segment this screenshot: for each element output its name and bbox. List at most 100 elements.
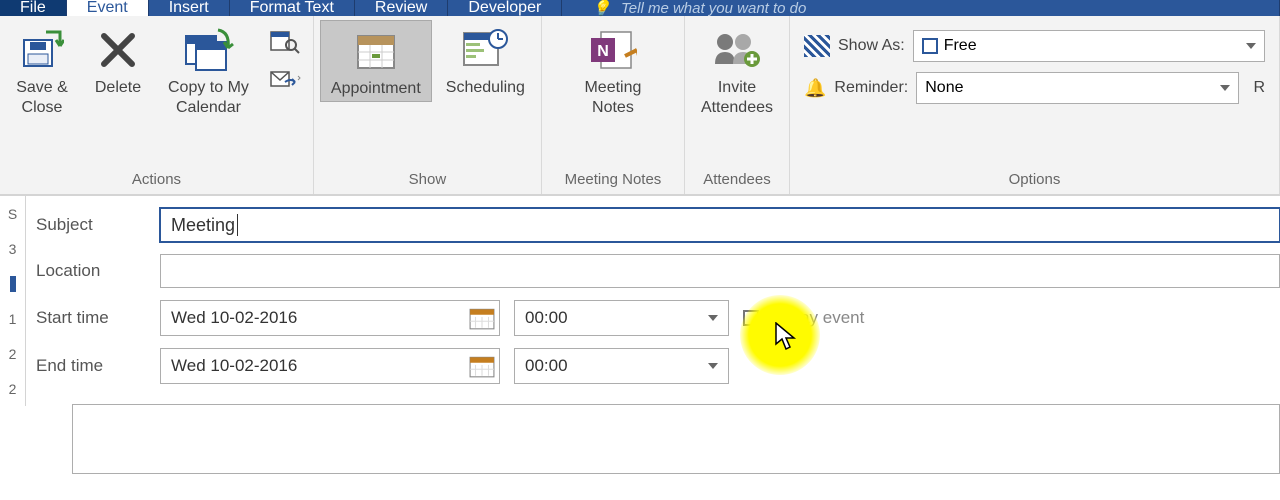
busy-pattern-icon <box>804 35 830 57</box>
reminder-dropdown[interactable]: None <box>916 72 1239 104</box>
tell-me-prompt[interactable]: 💡 Tell me what you want to do <box>562 0 1280 16</box>
start-time-row: Start time Wed 10-02-2016 00:00 All day … <box>36 300 1280 336</box>
location-label: Location <box>36 261 146 281</box>
chevron-down-icon <box>708 363 718 369</box>
copy-calendar-icon <box>182 26 234 74</box>
tab-developer-label: Developer <box>468 0 541 17</box>
group-actions-label: Actions <box>6 167 307 194</box>
start-date-input[interactable]: Wed 10-02-2016 <box>160 300 500 336</box>
onenote-icon: N <box>589 26 637 74</box>
show-as-dropdown[interactable]: Free <box>913 30 1265 62</box>
save-close-button[interactable]: Save & Close <box>6 20 78 120</box>
delete-icon <box>98 26 138 74</box>
end-date-value: Wed 10-02-2016 <box>171 356 297 376</box>
forward-icon <box>269 68 301 92</box>
tab-format-text-label: Format Text <box>250 0 334 17</box>
invite-attendees-button[interactable]: Invite Attendees <box>691 20 783 120</box>
meeting-notes-button[interactable]: N Meeting Notes <box>548 20 678 120</box>
subject-row: Subject Meeting <box>36 208 1280 242</box>
reminder-label: Reminder: <box>834 79 908 97</box>
end-time-input[interactable]: 00:00 <box>514 348 729 384</box>
save-close-label1: Save & <box>16 78 68 98</box>
invite-label2: Attendees <box>701 98 773 118</box>
group-actions: Save & Close Delete Copy to My Calendar <box>0 16 314 194</box>
end-date-input[interactable]: Wed 10-02-2016 <box>160 348 500 384</box>
save-close-label2: Close <box>22 98 63 118</box>
start-date-value: Wed 10-02-2016 <box>171 308 297 328</box>
checkbox-icon <box>743 310 759 326</box>
group-attendees: Invite Attendees Attendees <box>685 16 790 194</box>
all-day-label: All day event <box>767 308 864 328</box>
calendar-magnify-icon <box>270 29 300 55</box>
scheduling-icon <box>462 26 508 74</box>
tab-review[interactable]: Review <box>355 0 448 16</box>
appointment-button[interactable]: Appointment <box>320 20 432 102</box>
tab-file[interactable]: File <box>0 0 67 16</box>
chevron-down-icon <box>1220 85 1230 91</box>
forward-button[interactable] <box>267 64 303 96</box>
end-label: End time <box>36 356 146 376</box>
tab-insert-label: Insert <box>169 0 209 17</box>
scheduling-label: Scheduling <box>446 78 525 98</box>
all-day-checkbox[interactable]: All day event <box>743 308 864 328</box>
text-cursor <box>237 214 238 236</box>
group-show: Appointment Scheduling Show <box>314 16 542 194</box>
subject-label: Subject <box>36 215 146 235</box>
copy-label2: Calendar <box>176 98 241 118</box>
group-show-label: Show <box>320 167 535 194</box>
group-notes-label: Meeting Notes <box>548 167 678 194</box>
group-attendees-label: Attendees <box>691 167 783 194</box>
appointment-icon <box>354 27 398 75</box>
end-time-row: End time Wed 10-02-2016 00:00 <box>36 348 1280 384</box>
tab-insert[interactable]: Insert <box>149 0 230 16</box>
group-meeting-notes: N Meeting Notes Meeting Notes <box>542 16 685 194</box>
save-close-icon <box>20 26 64 74</box>
tab-event[interactable]: Event <box>67 0 149 16</box>
scheduling-button[interactable]: Scheduling <box>436 20 535 100</box>
tab-review-label: Review <box>375 0 427 17</box>
show-as-label: Show As: <box>838 37 905 55</box>
group-options: Show As: Free 🔔 Reminder: None R <box>790 16 1280 194</box>
tab-event-label: Event <box>87 0 128 17</box>
copy-label1: Copy to My <box>168 78 249 98</box>
options-more: R <box>1253 79 1265 97</box>
bell-icon: 🔔 <box>804 78 826 99</box>
svg-text:N: N <box>597 43 609 60</box>
tab-file-label: File <box>20 0 46 17</box>
body-textarea[interactable] <box>72 404 1280 474</box>
start-time-input[interactable]: 00:00 <box>514 300 729 336</box>
chevron-down-icon <box>1246 43 1256 49</box>
show-as-row: Show As: Free <box>804 30 1265 62</box>
invite-label1: Invite <box>718 78 756 98</box>
reminder-value: None <box>925 79 963 97</box>
delete-button[interactable]: Delete <box>82 20 154 100</box>
chevron-down-icon <box>708 315 718 321</box>
show-as-value: Free <box>944 37 977 55</box>
notes-label2: Notes <box>592 98 634 118</box>
calendar-icon <box>469 354 495 378</box>
subject-value: Meeting <box>171 215 235 236</box>
ribbon: Save & Close Delete Copy to My Calendar <box>0 16 1280 196</box>
end-time-value: 00:00 <box>525 356 568 376</box>
tab-developer[interactable]: Developer <box>448 0 562 16</box>
notes-label1: Meeting <box>584 78 641 98</box>
start-time-value: 00:00 <box>525 308 568 328</box>
attendees-icon <box>711 26 763 74</box>
calendar-icon <box>469 306 495 330</box>
reminder-row: 🔔 Reminder: None R <box>804 72 1265 104</box>
group-options-label: Options <box>796 167 1273 194</box>
free-swatch-icon <box>922 38 938 54</box>
tab-format-text[interactable]: Format Text <box>230 0 355 16</box>
delete-label: Delete <box>95 78 141 98</box>
ribbon-tabs: File Event Insert Format Text Review Dev… <box>0 0 1280 16</box>
location-input[interactable] <box>160 254 1280 288</box>
appointment-label: Appointment <box>331 79 421 99</box>
lightbulb-icon: 💡 <box>592 0 611 17</box>
location-row: Location <box>36 254 1280 288</box>
start-label: Start time <box>36 308 146 328</box>
copy-calendar-button[interactable]: Copy to My Calendar <box>158 20 259 120</box>
tell-me-label: Tell me what you want to do <box>621 0 806 17</box>
subject-input[interactable]: Meeting <box>160 208 1280 242</box>
event-form: Subject Meeting Location Start time Wed … <box>0 196 1280 486</box>
calendar-lookup-button[interactable] <box>267 26 303 58</box>
